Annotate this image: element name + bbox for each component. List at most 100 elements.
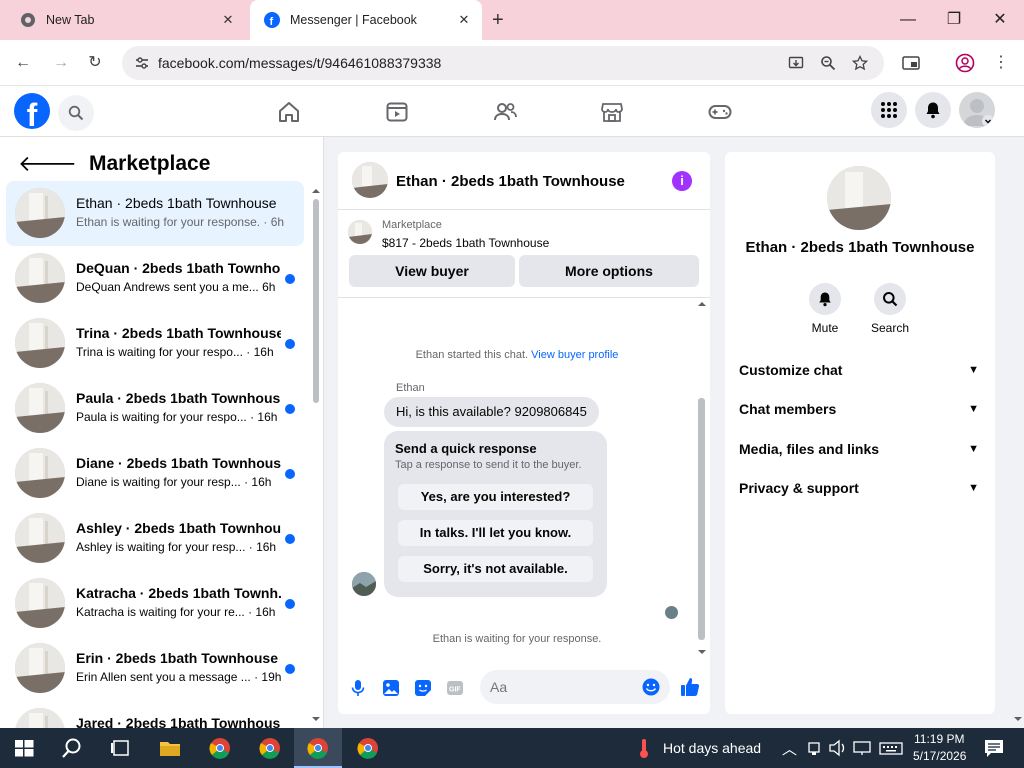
menu-button[interactable] [871,92,907,128]
chrome-icon[interactable] [356,736,380,760]
scroll-up-icon[interactable] [697,300,707,308]
more-options-button[interactable]: More options [519,255,699,287]
tab-messenger[interactable]: f Messenger | Facebook ✕ [250,0,482,40]
bookmark-star-icon[interactable] [851,54,869,71]
search-icon[interactable] [60,736,84,760]
back-arrow-icon[interactable]: 🡐 [18,151,77,177]
chat-title: Ethan · 2beds 1bath Townhouse [396,173,625,190]
privacy-support-row[interactable]: Privacy & support ▼ [739,480,979,504]
network-icon[interactable] [806,736,824,760]
sidebar-header: 🡐 Marketplace [18,151,210,177]
home-icon[interactable] [276,99,302,125]
gif-icon[interactable]: GIF [446,679,464,697]
tab-new-tab[interactable]: New Tab ✕ [6,0,246,40]
conversation-item[interactable]: Ethan · 2beds 1bath Townhouse Ethan is wa… [6,181,304,246]
close-tab-icon[interactable]: ✕ [456,12,472,28]
listing-avatar[interactable] [352,162,388,198]
conversation-item[interactable]: Erin · 2beds 1bath Townhouse Erin Allen s… [6,636,304,701]
minimize-icon[interactable]: — [898,10,918,30]
conversation-list: Ethan · 2beds 1bath Townhouse Ethan is wa… [6,181,304,766]
gaming-icon[interactable] [707,99,733,125]
clock-date[interactable]: 5/17/2026 [913,749,966,763]
task-view-icon[interactable] [108,736,132,760]
conversation-item[interactable]: Ashley · 2beds 1bath Townhouse Ashley is … [6,506,304,571]
scroll-up-icon[interactable] [312,187,320,195]
view-buyer-profile-link[interactable]: View buyer profile [531,349,618,361]
quick-reply-button[interactable]: Sorry, it's not available. [398,556,593,582]
chat-details-panel: Ethan · 2beds 1bath Townhouse Mute Searc… [725,152,995,714]
emoji-icon[interactable] [642,678,660,696]
facebook-header: f [0,87,1024,137]
conversation-item[interactable]: DeQuan · 2beds 1bath Townho... DeQuan And… [6,246,304,311]
menu-kebab-icon[interactable]: ⋮ [990,52,1012,74]
notifications-button[interactable] [915,92,951,128]
facebook-logo-icon[interactable]: f [14,93,50,129]
chat-members-label: Chat members [739,401,837,417]
listing-title: $817 - 2beds 1bath Townhouse [382,236,550,250]
clock-time[interactable]: 11:19 PM [914,732,964,746]
tab-search-icon[interactable] [900,52,922,74]
scroll-down-icon[interactable] [697,648,707,656]
mute-action[interactable]: Mute [795,283,855,335]
quick-reply-button[interactable]: Yes, are you interested? [398,484,593,510]
chevron-down-icon: ▼ [968,364,979,376]
forward-icon[interactable]: → [50,52,72,74]
profile-icon[interactable] [954,52,976,74]
weather-text[interactable]: Hot days ahead [663,740,761,756]
facebook-search-button[interactable] [58,95,94,131]
mute-button[interactable] [809,283,841,315]
file-explorer-icon[interactable] [158,736,182,760]
display-icon[interactable] [852,736,872,760]
windows-start-icon[interactable] [12,736,36,760]
chat-members-row[interactable]: Chat members ▼ [739,401,979,425]
chrome-icon[interactable] [208,736,232,760]
sidebar-scrollbar[interactable] [312,187,320,727]
scrollbar-thumb[interactable] [698,398,705,640]
media-files-links-row[interactable]: Media, files and links ▼ [739,441,979,465]
close-window-icon[interactable]: ✕ [990,10,1010,30]
search-button[interactable] [874,283,906,315]
install-icon[interactable] [788,55,804,71]
marketplace-icon[interactable] [599,99,625,125]
video-icon[interactable] [384,99,410,125]
chrome-icon[interactable] [258,736,282,760]
new-tab-icon[interactable]: + [492,9,504,32]
address-bar[interactable]: facebook.com/messages/t/946461088379338 [122,46,884,80]
thumbs-up-icon[interactable] [680,677,700,697]
page-scrollbar[interactable] [1012,137,1024,728]
conversation-title: Ethan · 2beds 1bath Townhouse [76,195,277,211]
conversation-item[interactable]: Paula · 2beds 1bath Townhouse Paula is wa… [6,376,304,441]
scroll-down-icon[interactable] [312,715,320,723]
microphone-icon[interactable] [349,679,367,697]
sticker-icon[interactable] [414,679,432,697]
customize-chat-row[interactable]: Customize chat ▼ [739,362,979,386]
friends-icon[interactable] [492,99,518,125]
chevron-down-icon: ▼ [968,443,979,455]
restore-icon[interactable]: ❐ [944,10,964,30]
view-buyer-button[interactable]: View buyer [349,255,515,287]
photo-icon[interactable] [382,679,400,697]
notification-center-icon[interactable] [982,736,1006,760]
scroll-down-icon[interactable] [1013,715,1023,723]
zoom-icon[interactable] [820,55,836,71]
conversation-item[interactable]: Diane · 2beds 1bath Townhouse Diane is wa… [6,441,304,506]
back-icon[interactable]: ← [12,52,34,74]
reload-icon[interactable]: ↻ [84,52,106,74]
account-avatar[interactable] [959,92,995,128]
quick-reply-button[interactable]: In talks. I'll let you know. [398,520,593,546]
thermometer-icon[interactable] [632,736,656,760]
chat-scrollbar[interactable] [696,298,708,658]
details-avatar[interactable] [827,166,891,230]
speaker-icon[interactable] [828,736,848,760]
keyboard-icon[interactable] [878,736,904,760]
site-settings-icon[interactable] [134,55,150,71]
close-tab-icon[interactable]: ✕ [220,12,236,28]
search-action[interactable]: Search [860,283,920,335]
conversation-item[interactable]: Trina · 2beds 1bath Townhouse Trina is wa… [6,311,304,376]
scrollbar-thumb[interactable] [313,199,319,403]
chevron-up-icon[interactable]: ︿ [782,738,797,759]
chrome-icon[interactable] [306,736,330,760]
info-icon[interactable]: i [672,171,692,191]
conversation-item[interactable]: Katracha · 2beds 1bath Townh... Katracha … [6,571,304,636]
message-input[interactable] [490,670,640,704]
